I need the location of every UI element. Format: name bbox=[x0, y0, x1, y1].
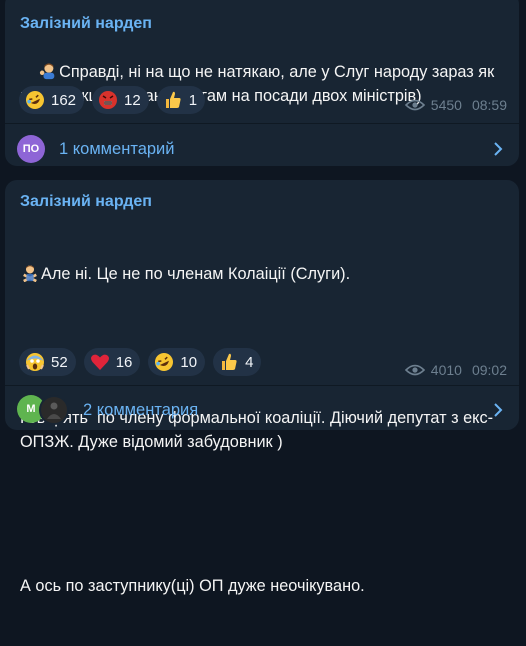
man-gesturing-no-emoji bbox=[23, 265, 37, 282]
channel-post: Залізний нардеп Але ні. Це не по членам … bbox=[5, 180, 519, 595]
post-author[interactable]: Залізний нардеп bbox=[20, 193, 152, 211]
reaction-count: 12 bbox=[124, 91, 141, 109]
reaction-thumbs-up[interactable]: 1 bbox=[156, 86, 206, 114]
post-time: 08:59 bbox=[471, 97, 507, 113]
comments-link[interactable]: ПО 1 комментарий bbox=[5, 124, 519, 174]
commenter-avatar-photo bbox=[39, 395, 69, 425]
post-text-line: А ось по заступнику(ці) ОП дуже неочікув… bbox=[20, 577, 365, 595]
reaction-count: 10 bbox=[180, 353, 198, 371]
channel-post: Залізний нардеп Справді, ні на що не нат… bbox=[5, 0, 519, 166]
reaction-thumbs-up[interactable]: 4 bbox=[213, 348, 262, 376]
commenter-avatars: M bbox=[17, 395, 69, 425]
views-count: 5450 bbox=[430, 97, 462, 113]
chevron-right-icon bbox=[494, 403, 503, 417]
post-text-line: Але ні. Це не по членам Колаіції (Слуги)… bbox=[20, 262, 505, 286]
comments-label: 1 комментарий bbox=[59, 139, 175, 158]
reaction-count: 1 bbox=[188, 91, 198, 109]
angry-emoji bbox=[99, 91, 118, 109]
views-eye-icon bbox=[404, 99, 425, 111]
comments-label: 2 комментария bbox=[83, 400, 199, 419]
rofl-emoji bbox=[155, 353, 174, 371]
reaction-count: 162 bbox=[51, 91, 77, 109]
heart-emoji bbox=[90, 354, 109, 370]
reaction-heart[interactable]: 16 bbox=[83, 348, 141, 376]
reaction-rofl[interactable]: 10 bbox=[148, 348, 206, 376]
post-text: Справді, ні на що не натякаю, але у Слуг… bbox=[20, 36, 505, 132]
post-time: 09:02 bbox=[471, 362, 507, 378]
thumbs-up-emoji bbox=[165, 91, 181, 108]
commenter-avatar: ПО bbox=[17, 135, 45, 163]
reactions-bar: 162 12 1 bbox=[19, 86, 206, 114]
views-eye-icon bbox=[404, 364, 425, 376]
thumbs-up-emoji bbox=[222, 353, 237, 370]
reaction-angry[interactable]: 12 bbox=[92, 86, 149, 114]
post-meta: 5450 08:59 bbox=[404, 97, 507, 113]
reactions-bar: 52 16 10 4 bbox=[19, 348, 262, 376]
views-count: 4010 bbox=[430, 362, 462, 378]
reaction-count: 52 bbox=[51, 353, 68, 371]
scream-emoji bbox=[26, 353, 44, 371]
reaction-scream[interactable]: 52 bbox=[19, 348, 76, 376]
post-author[interactable]: Залізний нардеп bbox=[20, 15, 152, 33]
rofl-emoji bbox=[26, 91, 44, 109]
person-silhouette-icon bbox=[47, 402, 61, 419]
reaction-rofl[interactable]: 162 bbox=[19, 86, 85, 114]
chevron-right-icon bbox=[494, 142, 503, 156]
comments-link[interactable]: M 2 комментария bbox=[5, 385, 519, 435]
man-tipping-hand-emoji bbox=[40, 63, 55, 80]
reaction-count: 4 bbox=[245, 353, 254, 371]
reaction-count: 16 bbox=[115, 353, 133, 371]
post-meta: 4010 09:02 bbox=[404, 362, 507, 378]
